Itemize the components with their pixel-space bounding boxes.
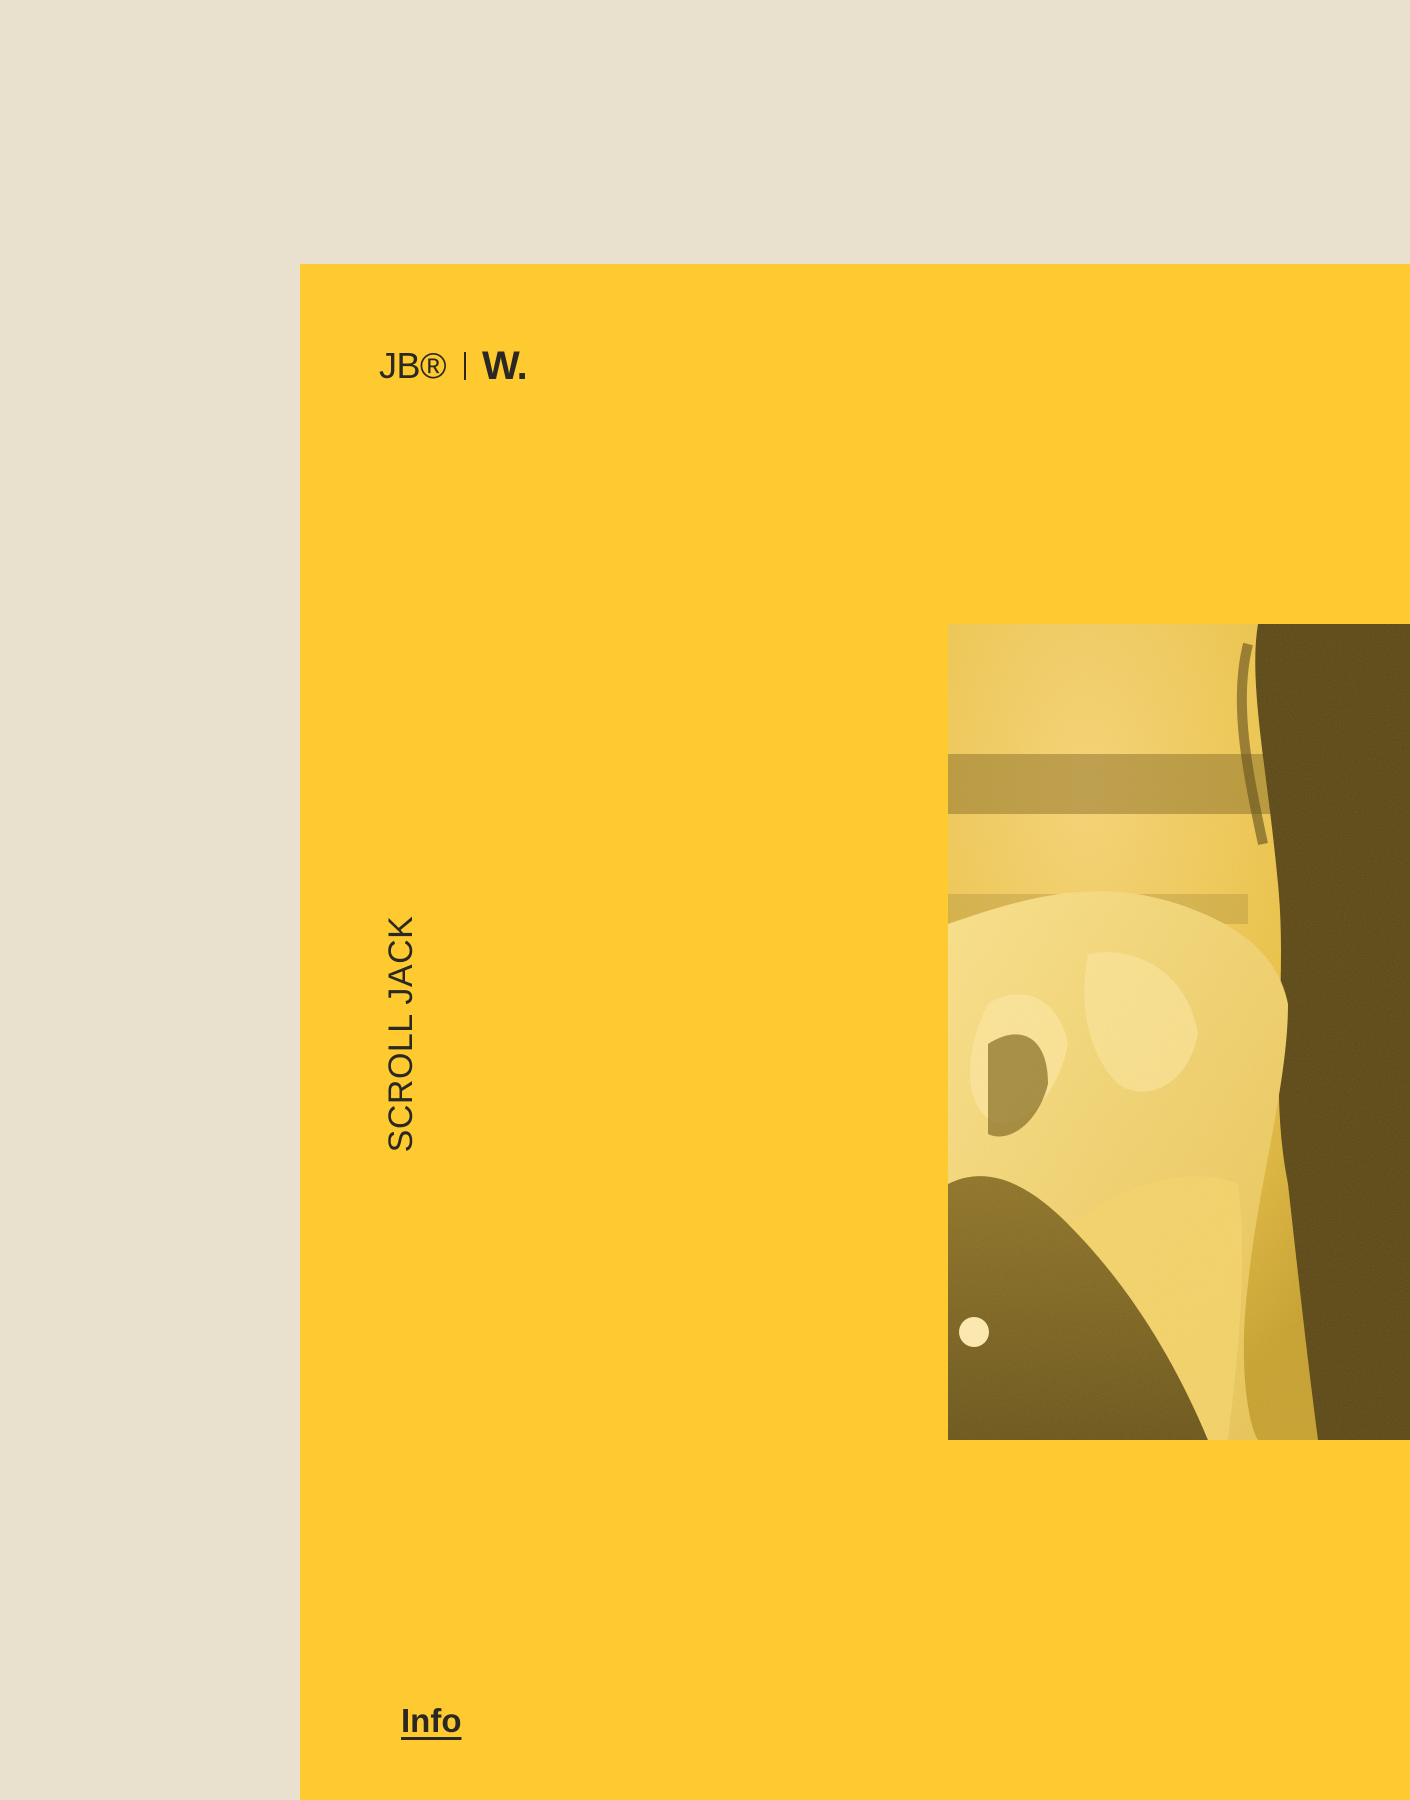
info-link[interactable]: Info bbox=[401, 1702, 461, 1740]
hero-panel: JB® W. SCROLL JACK Info bbox=[300, 264, 1410, 1800]
page: JB® W. SCROLL JACK Info bbox=[0, 0, 1410, 1800]
scroll-label: SCROLL JACK bbox=[382, 915, 420, 1153]
brand-logo[interactable]: JB® W. bbox=[379, 343, 528, 388]
brand-mark: JB® bbox=[379, 345, 447, 386]
brand-studio: W. bbox=[482, 343, 528, 388]
brand-divider bbox=[464, 352, 467, 380]
hero-photo bbox=[948, 624, 1410, 1440]
